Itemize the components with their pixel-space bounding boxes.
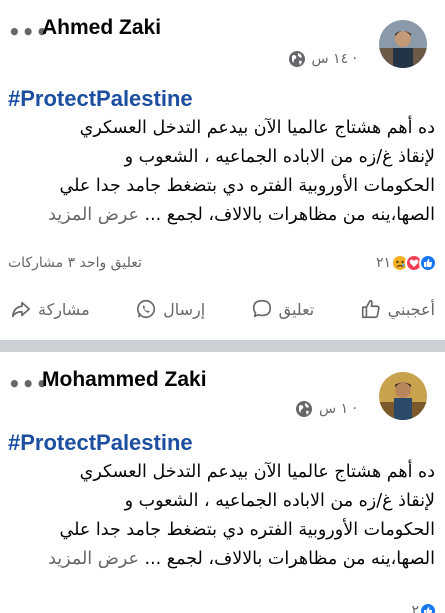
post-card: ••• Ahmed Zaki ١٤ س · #ProtectPalestine … xyxy=(0,0,445,340)
post-body-line: ده أهم هشتاج عالميا الآن بيدعم التدخل ال… xyxy=(79,462,435,482)
thumbs-up-icon xyxy=(361,299,380,319)
reaction-summary[interactable]: ٢١ xyxy=(376,254,437,272)
post-body-line: ده أهم هشتاج عالميا الآن بيدعم التدخل ال… xyxy=(79,118,435,138)
post-divider xyxy=(0,340,445,352)
whatsapp-icon xyxy=(137,299,156,319)
post-body-line: الحكومات الأوروبية الفتره دي بتضغط جامد … xyxy=(59,520,435,540)
share-button[interactable]: مشاركة xyxy=(10,298,90,320)
post-meta: ١٤ س · xyxy=(288,50,358,68)
comment-icon xyxy=(252,299,271,318)
post-card: ••• Mohammed Zaki ١ س · #ProtectPalestin… xyxy=(0,352,445,613)
avatar[interactable] xyxy=(379,372,427,420)
post-body-line-text: الصها،ينه من مظاهرات بالالاف، لجمع ... xyxy=(144,549,435,569)
send-button[interactable]: إرسال xyxy=(135,298,205,320)
post-timestamp[interactable]: ١ س · xyxy=(319,401,357,417)
hashtag-link[interactable]: #ProtectPalestine xyxy=(8,86,193,112)
action-bar: مشاركة إرسال تعليق أعجبني xyxy=(0,298,445,320)
post-body-line: لإنقاذ غ/زه من الاباده الجماعيه ، الشعوب… xyxy=(124,147,435,167)
see-more-link[interactable]: عرض المزيد xyxy=(48,205,139,225)
hashtag-link[interactable]: #ProtectPalestine xyxy=(8,430,193,456)
post-meta: ١ س · xyxy=(295,400,357,418)
post-body-line: الحكومات الأوروبية الفتره دي بتضغط جامد … xyxy=(59,176,435,196)
see-more-link[interactable]: عرض المزيد xyxy=(48,549,139,569)
post-body-line: الصها،ينه من مظاهرات بالالاف، لجمع ... ع… xyxy=(8,201,435,230)
avatar[interactable] xyxy=(379,20,427,68)
post-timestamp[interactable]: ١٤ س · xyxy=(312,51,358,67)
like-label: أعجبني xyxy=(387,299,435,319)
like-button[interactable]: أعجبني xyxy=(360,298,435,320)
post-author-name[interactable]: Mohammed Zaki xyxy=(42,368,207,392)
post-body: ده أهم هشتاج عالميا الآن بيدعم التدخل ال… xyxy=(8,114,435,230)
post-body-line: الصها،ينه من مظاهرات بالالاف، لجمع ... ع… xyxy=(8,545,435,574)
reaction-count: ٢١ xyxy=(375,255,391,271)
send-label: إرسال xyxy=(163,299,206,319)
comment-label: تعليق xyxy=(278,299,315,319)
reaction-summary[interactable]: ٢ xyxy=(411,602,437,613)
share-label: مشاركة xyxy=(38,299,90,319)
comment-button[interactable]: تعليق xyxy=(251,298,315,320)
globe-icon xyxy=(295,400,313,418)
like-reaction-icon xyxy=(419,254,437,272)
post-body: ده أهم هشتاج عالميا الآن بيدعم التدخل ال… xyxy=(8,458,435,574)
post-author-name[interactable]: Ahmed Zaki xyxy=(42,16,161,40)
post-stats[interactable]: تعليق واحد ٣ مشاركات xyxy=(8,255,142,271)
globe-icon xyxy=(288,50,306,68)
like-reaction-icon xyxy=(419,602,437,613)
post-body-line: لإنقاذ غ/زه من الاباده الجماعيه ، الشعوب… xyxy=(124,491,435,511)
post-body-line-text: الصها،ينه من مظاهرات بالالاف، لجمع ... xyxy=(144,205,435,225)
share-icon xyxy=(11,301,31,318)
reaction-count: ٢ xyxy=(411,603,419,613)
